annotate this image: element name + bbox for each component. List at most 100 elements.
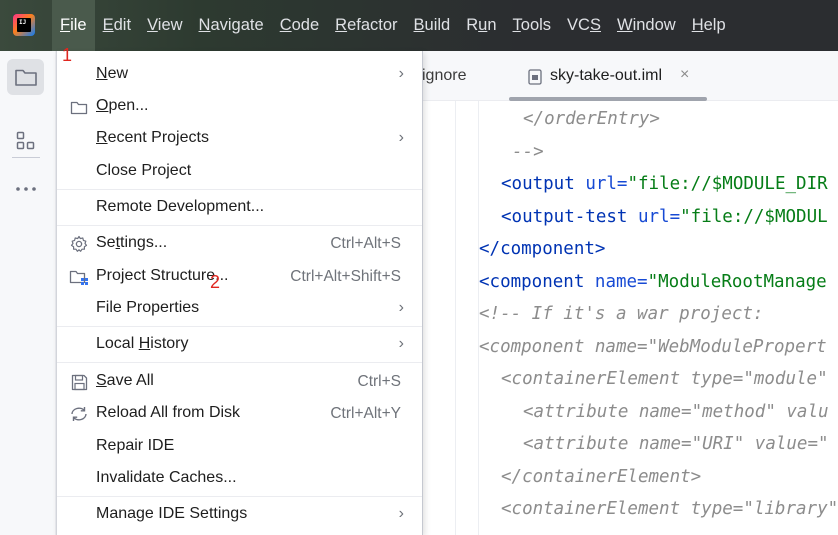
menu-code-mnemonic: C	[279, 16, 292, 34]
code-line: <output url="file://$MODULE_DIR	[501, 168, 828, 200]
menu-separator	[57, 362, 422, 363]
menu-build-mnemonic: B	[413, 16, 425, 34]
project-structure-icon	[69, 268, 89, 286]
menu-run-mnemonic: u	[478, 16, 488, 34]
menu-help[interactable]: Help	[684, 0, 734, 51]
menu-item-close-project[interactable]: Close Project	[57, 156, 422, 188]
menu-item-project-structure[interactable]: Project Structure... Ctrl+Alt+Shift+S	[57, 261, 422, 293]
menu-item-open[interactable]: Open...	[57, 91, 422, 123]
label-post: ave All	[106, 372, 154, 389]
menu-vcs-pre: VC	[567, 16, 590, 34]
tab-close-icon[interactable]: ×	[680, 66, 689, 84]
structure-tool-button[interactable]	[7, 123, 44, 159]
indent-guide	[455, 101, 456, 535]
menu-item-label: Invalidate Caches...	[96, 469, 237, 486]
label-mnemonic: O	[96, 97, 109, 114]
code-line: <!-- If it's a war project:	[479, 304, 764, 324]
menu-item-manage-ide-settings[interactable]: Manage IDE Settings ›	[57, 499, 422, 531]
menu-item-label: Remote Development...	[96, 198, 265, 215]
more-tools-button[interactable]	[7, 171, 44, 207]
structure-icon	[16, 131, 34, 150]
code-token: "file://$MODULE_DIR	[627, 174, 828, 194]
chevron-right-icon: ›	[398, 505, 404, 522]
menu-separator	[57, 225, 422, 226]
tab-gitignore-partial[interactable]: ignore	[422, 67, 466, 85]
gear-icon	[69, 235, 89, 253]
label-mnemonic: H	[138, 335, 151, 352]
code-token: </orderEntry>	[523, 109, 660, 129]
menu-refactor[interactable]: Refactor	[327, 0, 405, 51]
menu-window[interactable]: Window	[609, 0, 684, 51]
code-editor[interactable]: </orderEntry> --> <output url="file://$M…	[422, 101, 838, 535]
code-line: -->	[512, 136, 544, 168]
menu-item-label: New	[96, 65, 128, 83]
menu-item-reload-all[interactable]: Reload All from Disk Ctrl+Alt+Y	[57, 398, 422, 430]
save-icon	[69, 373, 89, 391]
code-line: <containerElement type="module"	[501, 369, 828, 389]
menu-code[interactable]: Code	[272, 0, 327, 51]
menu-item-remote-development[interactable]: Remote Development...	[57, 192, 422, 224]
intellij-logo-icon[interactable]: IJ	[13, 14, 35, 36]
code-token: -->	[512, 142, 544, 162]
menu-item-label: Settings...	[96, 234, 167, 252]
label-post: ecent Projects	[107, 129, 209, 146]
menu-tools[interactable]: Tools	[505, 0, 560, 51]
menu-item-label: Local History	[96, 335, 189, 353]
label-post: ew	[107, 65, 129, 82]
label-mnemonic: S	[96, 372, 107, 389]
menu-view-mnemonic: V	[147, 16, 158, 34]
menu-navigate-mnemonic: N	[198, 16, 211, 34]
menu-edit[interactable]: Edit	[95, 0, 139, 51]
tab-sky-take-out-iml[interactable]: sky-take-out.iml ×	[522, 51, 712, 101]
menu-item-recent-projects[interactable]: Recent Projects ›	[57, 123, 422, 155]
menu-vcs[interactable]: VCS	[559, 0, 609, 51]
tab-label: sky-take-out.iml	[550, 67, 663, 84]
menu-build-post: uild	[424, 16, 451, 34]
menu-file-mnemonic: F	[60, 16, 71, 34]
menu-item-label: Close Project	[96, 162, 192, 179]
menu-item-file-properties[interactable]: File Properties ›	[57, 293, 422, 325]
code-token: <component	[479, 272, 585, 292]
menu-item-new[interactable]: New ›	[57, 59, 422, 91]
menu-build[interactable]: Build	[406, 0, 459, 51]
menu-item-label: Reload All from Disk	[96, 404, 241, 421]
label-mnemonic: N	[96, 65, 108, 82]
chevron-right-icon: ›	[398, 299, 404, 316]
menu-view[interactable]: View	[139, 0, 190, 51]
menu-row: File Edit View Navigate Code Refactor Bu…	[52, 0, 734, 51]
refresh-icon	[69, 405, 89, 423]
shortcut-label: Ctrl+S	[357, 373, 402, 390]
menu-item-repair-ide[interactable]: Repair IDE	[57, 431, 422, 463]
code-token: "file://$MODUL	[680, 207, 828, 227]
shortcut-label: Ctrl+Alt+S	[330, 235, 401, 252]
annotation-mark-1: 1	[62, 45, 73, 65]
project-tool-button[interactable]	[7, 59, 44, 95]
menu-help-post: elp	[703, 16, 726, 34]
menu-navigate[interactable]: Navigate	[191, 0, 272, 51]
shortcut-label: Ctrl+Alt+Shift+S	[290, 268, 401, 285]
menu-file[interactable]: File	[52, 0, 95, 51]
menu-item-invalidate-caches[interactable]: Invalidate Caches...	[57, 463, 422, 495]
code-token: url=	[585, 174, 628, 194]
menu-item-label: Open...	[96, 97, 148, 115]
folder-icon	[14, 69, 37, 86]
more-dots-icon	[15, 187, 36, 191]
menu-item-label: Project Structure...	[96, 267, 229, 284]
label-mnemonic: R	[96, 129, 108, 146]
menu-item-save-all[interactable]: Save All Ctrl+S	[57, 366, 422, 398]
label-pre: Se	[96, 234, 116, 251]
menu-item-settings[interactable]: Settings... Ctrl+Alt+S	[57, 228, 422, 260]
menu-edit-post: dit	[113, 16, 132, 34]
menu-item-local-history[interactable]: Local History ›	[57, 329, 422, 361]
folder-icon	[69, 98, 89, 116]
main-menubar: IJ File Edit View Navigate Code Refactor…	[0, 0, 838, 51]
menu-refactor-post: efactor	[347, 16, 398, 34]
code-line: <component name="WebModulePropert	[479, 337, 827, 357]
logo-text: IJ	[19, 19, 27, 26]
menu-item-label: Manage IDE Settings	[96, 505, 248, 522]
code-line: </containerElement>	[501, 467, 702, 487]
menu-item-label: Repair IDE	[96, 437, 175, 454]
module-file-icon	[528, 69, 542, 85]
tool-window-stripe	[0, 51, 56, 535]
menu-run[interactable]: Run	[458, 0, 504, 51]
